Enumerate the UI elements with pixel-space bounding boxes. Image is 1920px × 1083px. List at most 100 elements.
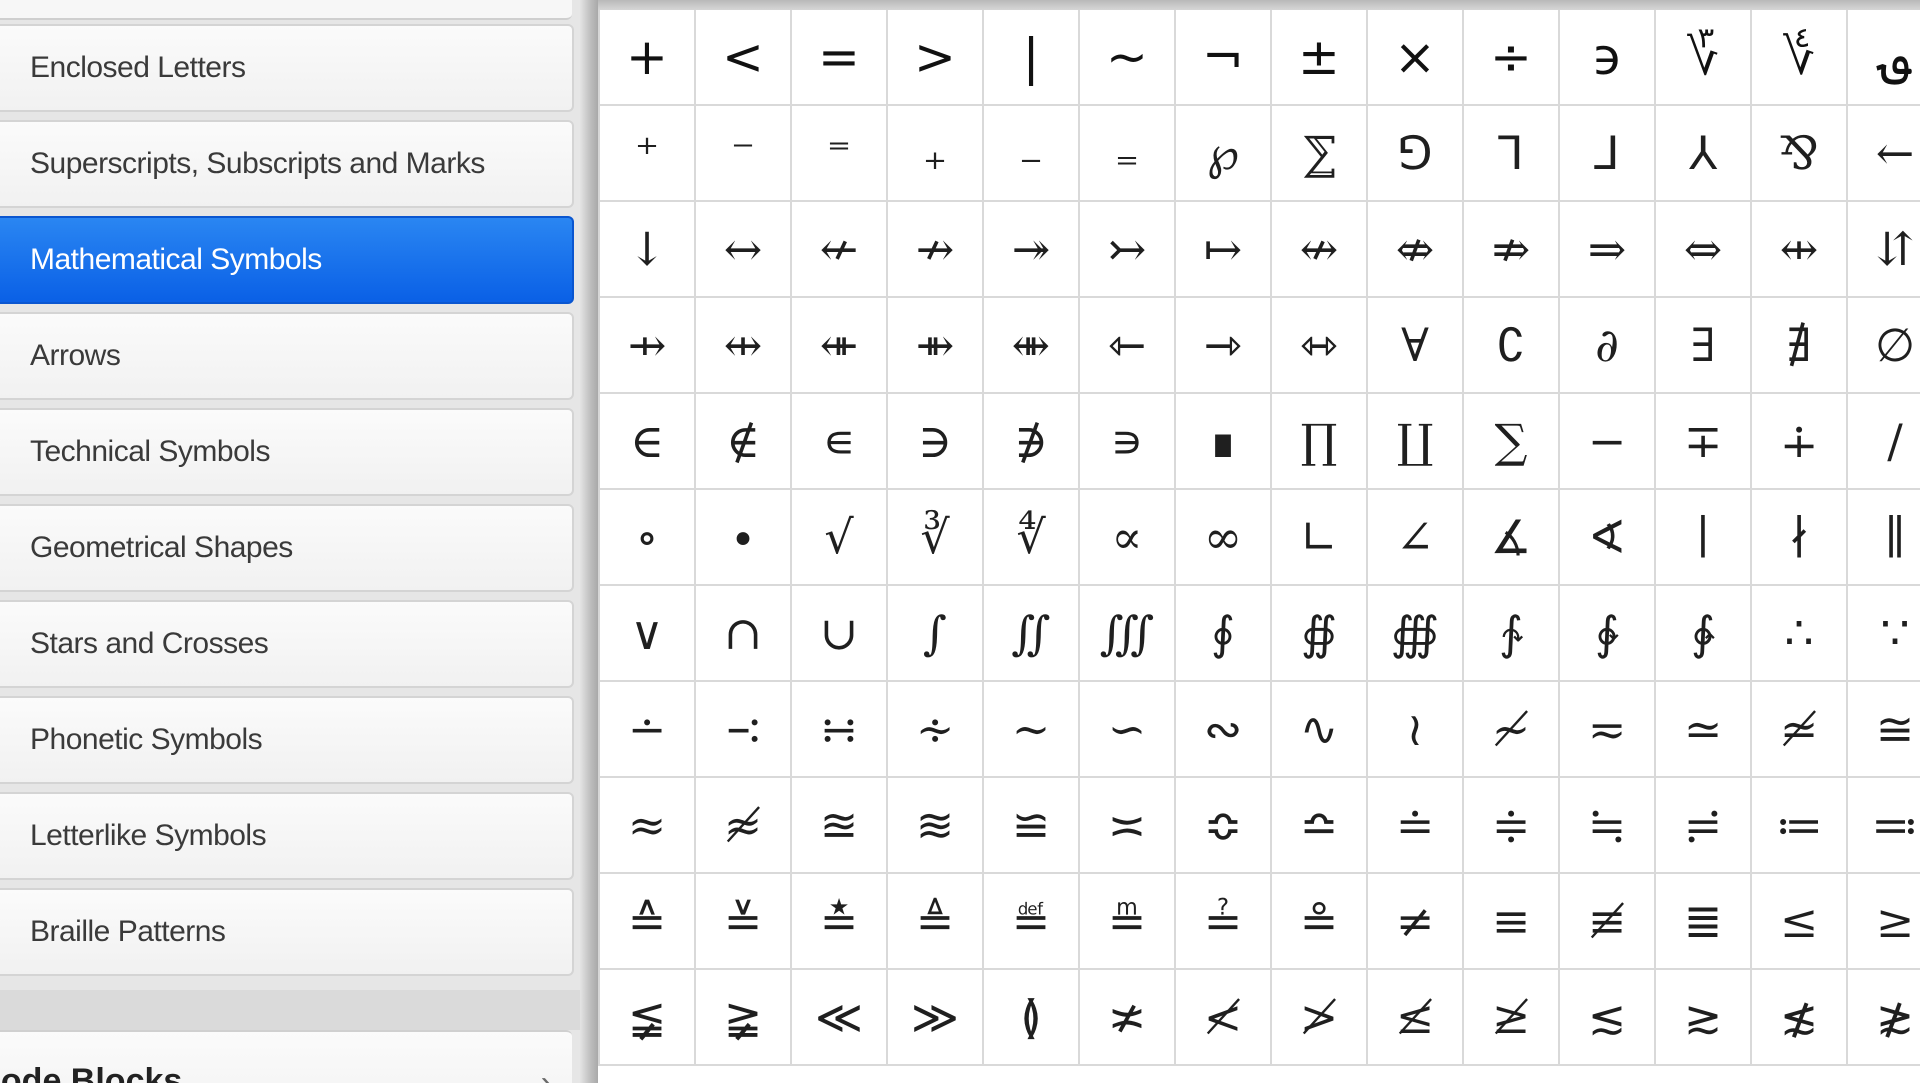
character-cell[interactable]: ⇏ <box>1464 202 1560 298</box>
character-cell[interactable]: ⇼ <box>984 298 1080 394</box>
character-cell[interactable]: ≂ <box>1560 682 1656 778</box>
character-cell[interactable]: ∨ <box>600 586 696 682</box>
sidebar-item-technical-symbols[interactable]: Technical Symbols <box>0 408 574 496</box>
character-cell[interactable]: ∕ <box>1848 394 1920 490</box>
code-blocks-section-header[interactable]: code Blocks › <box>0 1030 572 1083</box>
character-cell[interactable]: ∃ <box>1656 298 1752 394</box>
character-cell[interactable]: ↦ <box>1176 202 1272 298</box>
character-cell[interactable]: ≚ <box>696 874 792 970</box>
character-cell[interactable]: ∤ <box>1752 490 1848 586</box>
character-cell[interactable]: ≀ <box>1368 682 1464 778</box>
character-cell[interactable]: ∘ <box>600 490 696 586</box>
character-cell[interactable]: ≥ <box>1848 874 1920 970</box>
character-cell[interactable]: ≩ <box>696 970 792 1066</box>
character-cell[interactable]: ↚ <box>792 202 888 298</box>
character-cell[interactable]: ∾ <box>1176 682 1272 778</box>
character-cell[interactable]: ≙ <box>600 874 696 970</box>
character-cell[interactable]: ⇾ <box>1176 298 1272 394</box>
character-cell[interactable]: ∣ <box>1656 490 1752 586</box>
character-cell[interactable]: ↮ <box>1272 202 1368 298</box>
character-cell[interactable]: ℘ <box>1176 106 1272 202</box>
character-cell[interactable]: ∪ <box>792 586 888 682</box>
character-cell[interactable]: ∄ <box>1752 298 1848 394</box>
character-cell[interactable]: ∩ <box>696 586 792 682</box>
character-cell[interactable]: ⇵ <box>1848 202 1920 298</box>
character-cell[interactable]: ⇻ <box>888 298 984 394</box>
character-cell[interactable]: − <box>1560 394 1656 490</box>
character-cell[interactable]: ⇽ <box>1080 298 1176 394</box>
character-cell[interactable]: ≋ <box>888 778 984 874</box>
character-cell[interactable]: ∿ <box>1272 682 1368 778</box>
character-cell[interactable]: ≲ <box>1560 970 1656 1066</box>
character-cell[interactable]: ∠ <box>1368 490 1464 586</box>
character-cell[interactable]: × <box>1368 10 1464 106</box>
character-cell[interactable]: ≊ <box>792 778 888 874</box>
character-cell[interactable]: ÷ <box>1464 10 1560 106</box>
character-cell[interactable]: ≄ <box>1752 682 1848 778</box>
character-cell[interactable]: ∴ <box>1752 586 1848 682</box>
character-cell[interactable]: + <box>600 10 696 106</box>
character-cell[interactable]: ⅃ <box>1560 106 1656 202</box>
character-cell[interactable]: ≏ <box>1272 778 1368 874</box>
sidebar-item-geometrical-shapes[interactable]: Geometrical Shapes <box>0 504 574 592</box>
character-cell[interactable]: ≔ <box>1752 778 1848 874</box>
character-cell[interactable]: ≬ <box>984 970 1080 1066</box>
character-cell[interactable]: = <box>792 10 888 106</box>
character-cell[interactable]: √ <box>792 490 888 586</box>
character-cell[interactable]: ∢ <box>1560 490 1656 586</box>
character-cell[interactable]: ⁺ <box>600 106 696 202</box>
character-cell[interactable]: ≁ <box>1464 682 1560 778</box>
character-cell[interactable]: ∁ <box>1464 298 1560 394</box>
character-cell[interactable]: ≣ <box>1656 874 1752 970</box>
character-cell[interactable]: ∝ <box>1080 490 1176 586</box>
character-cell[interactable]: ∔ <box>1752 394 1848 490</box>
character-cell[interactable]: ⅁ <box>1368 106 1464 202</box>
character-cell[interactable]: ≰ <box>1368 970 1464 1066</box>
character-cell[interactable]: | <box>984 10 1080 106</box>
character-cell[interactable]: ≉ <box>696 778 792 874</box>
character-cell[interactable]: ↓ <box>600 202 696 298</box>
character-cell[interactable]: ∰ <box>1368 586 1464 682</box>
sidebar-item-mathematical-symbols[interactable]: Mathematical Symbols <box>0 216 574 304</box>
character-cell[interactable]: ∀ <box>1368 298 1464 394</box>
character-cell[interactable]: ∈ <box>600 394 696 490</box>
character-cell[interactable]: ₋ <box>984 106 1080 202</box>
sidebar-item-phonetic-symbols[interactable]: Phonetic Symbols <box>0 696 574 784</box>
character-cell[interactable]: ₊ <box>888 106 984 202</box>
character-cell[interactable]: ∞ <box>1176 490 1272 586</box>
character-cell[interactable]: ؈ <box>1848 10 1920 106</box>
sidebar-item-braille-patterns[interactable]: Braille Patterns <box>0 888 574 976</box>
character-cell[interactable]: ∙ <box>696 490 792 586</box>
character-cell[interactable]: ∓ <box>1656 394 1752 490</box>
character-cell[interactable]: ⇎ <box>1368 202 1464 298</box>
character-cell[interactable]: ≡ <box>1464 874 1560 970</box>
character-cell[interactable]: ↛ <box>888 202 984 298</box>
character-cell[interactable]: ∹ <box>696 682 792 778</box>
character-cell[interactable]: ∎ <box>1176 394 1272 490</box>
sidebar-item-stars-and-crosses[interactable]: Stars and Crosses <box>0 600 574 688</box>
character-cell[interactable]: ≕ <box>1848 778 1920 874</box>
character-cell[interactable]: ∌ <box>984 394 1080 490</box>
character-cell[interactable]: ≤ <box>1752 874 1848 970</box>
character-cell[interactable]: ∸ <box>600 682 696 778</box>
character-cell[interactable]: ∭ <box>1080 586 1176 682</box>
character-cell[interactable]: ≪ <box>792 970 888 1066</box>
character-cell[interactable]: ≝ <box>984 874 1080 970</box>
character-cell[interactable]: ≱ <box>1464 970 1560 1066</box>
character-cell[interactable]: ≃ <box>1656 682 1752 778</box>
character-cell[interactable]: ₌ <box>1080 106 1176 202</box>
character-cell[interactable]: ∟ <box>1272 490 1368 586</box>
character-cell[interactable]: ⁼ <box>792 106 888 202</box>
character-cell[interactable]: ≍ <box>1080 778 1176 874</box>
character-cell[interactable]: ⇔ <box>1656 202 1752 298</box>
character-cell[interactable]: ⅂ <box>1464 106 1560 202</box>
character-cell[interactable]: ≢ <box>1560 874 1656 970</box>
character-cell[interactable]: ± <box>1272 10 1368 106</box>
character-cell[interactable]: ∺ <box>792 682 888 778</box>
split-view-divider[interactable] <box>580 0 598 1083</box>
character-cell[interactable]: ≑ <box>1464 778 1560 874</box>
character-cell[interactable]: ∽ <box>1080 682 1176 778</box>
character-cell[interactable]: ∜ <box>984 490 1080 586</box>
character-cell[interactable]: ⇸ <box>600 298 696 394</box>
character-cell[interactable]: ∍ <box>1080 394 1176 490</box>
